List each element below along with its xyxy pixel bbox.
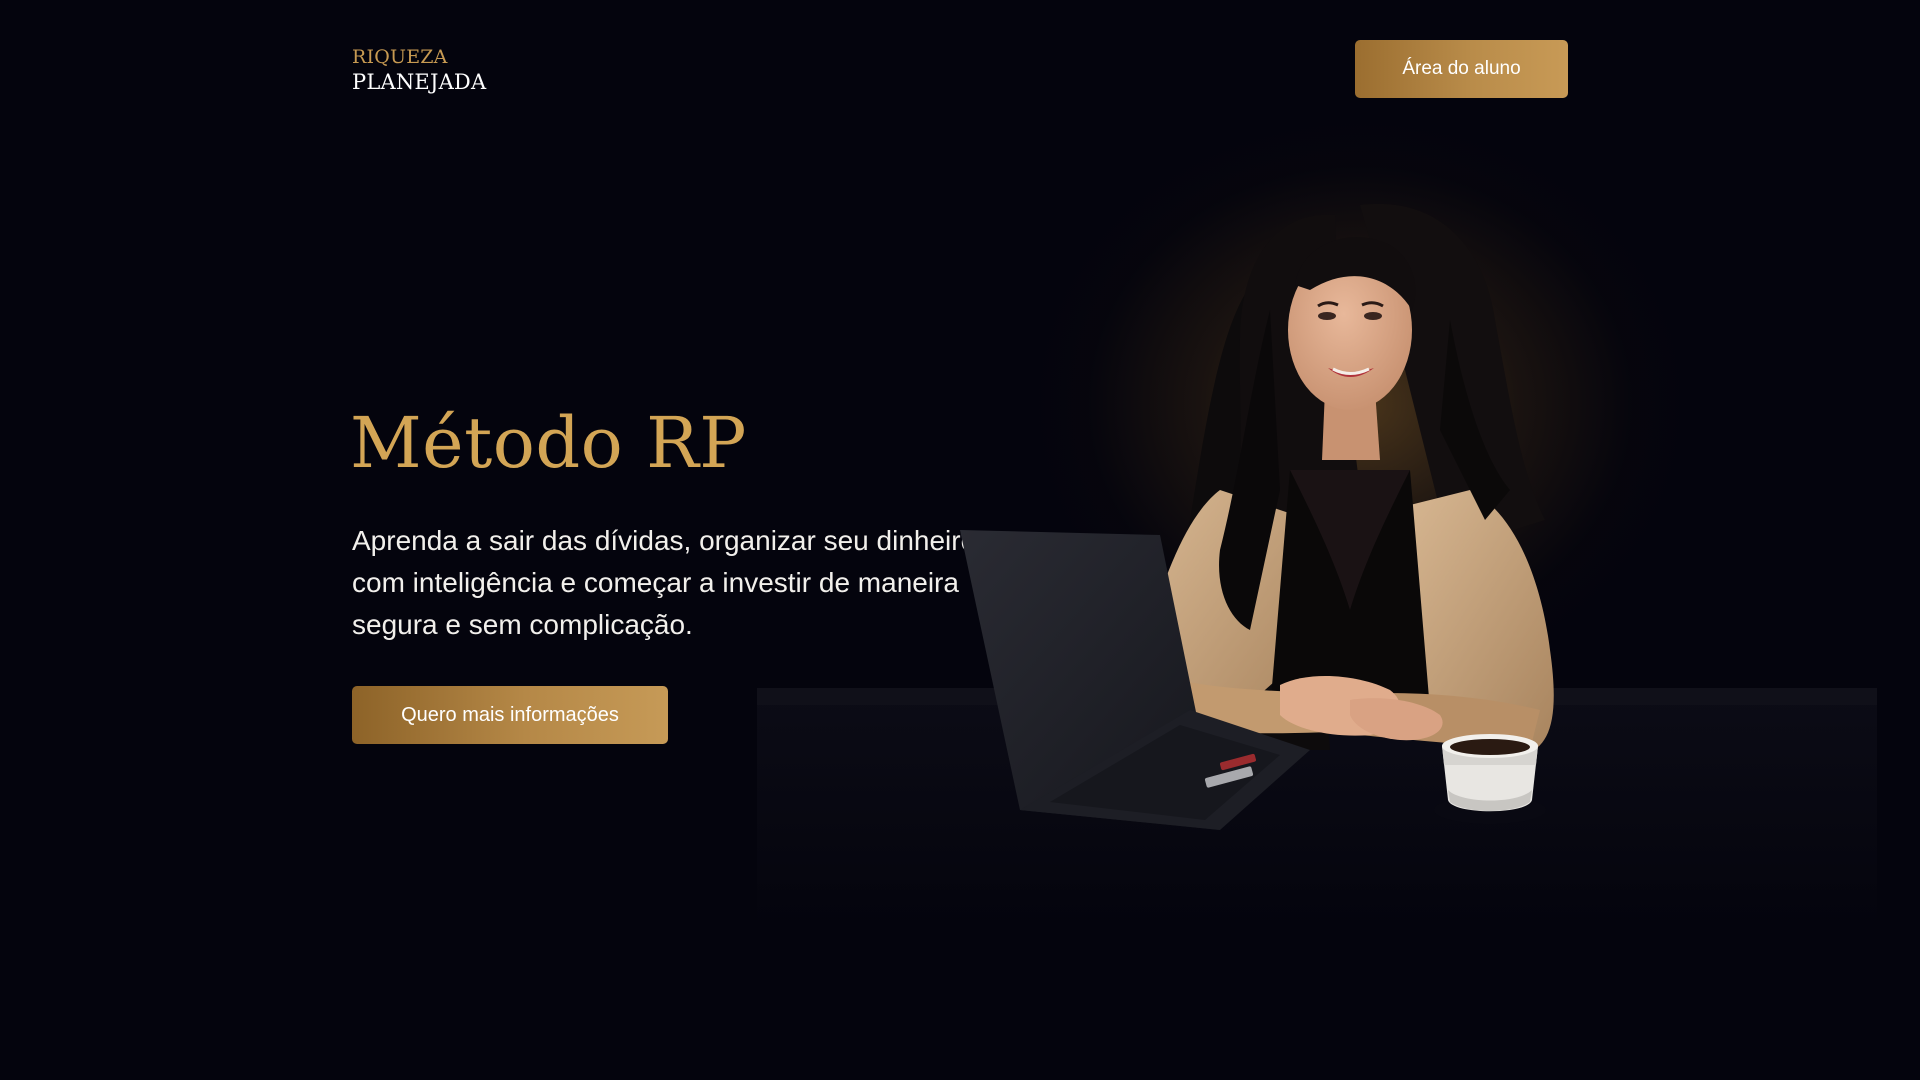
hero-portrait-image xyxy=(750,190,1900,930)
hero-title: Método RP xyxy=(350,402,747,484)
logo[interactable]: RIQUEZA PLANEJADA xyxy=(352,45,486,95)
more-info-button[interactable]: Quero mais informações xyxy=(352,686,668,744)
coffee-cup-icon xyxy=(1434,734,1546,824)
portrait-face xyxy=(1288,237,1416,410)
logo-line-planejada: PLANEJADA xyxy=(352,70,487,94)
student-area-button[interactable]: Área do aluno xyxy=(1355,40,1568,98)
logo-line-riqueza: RIQUEZA xyxy=(352,46,448,68)
